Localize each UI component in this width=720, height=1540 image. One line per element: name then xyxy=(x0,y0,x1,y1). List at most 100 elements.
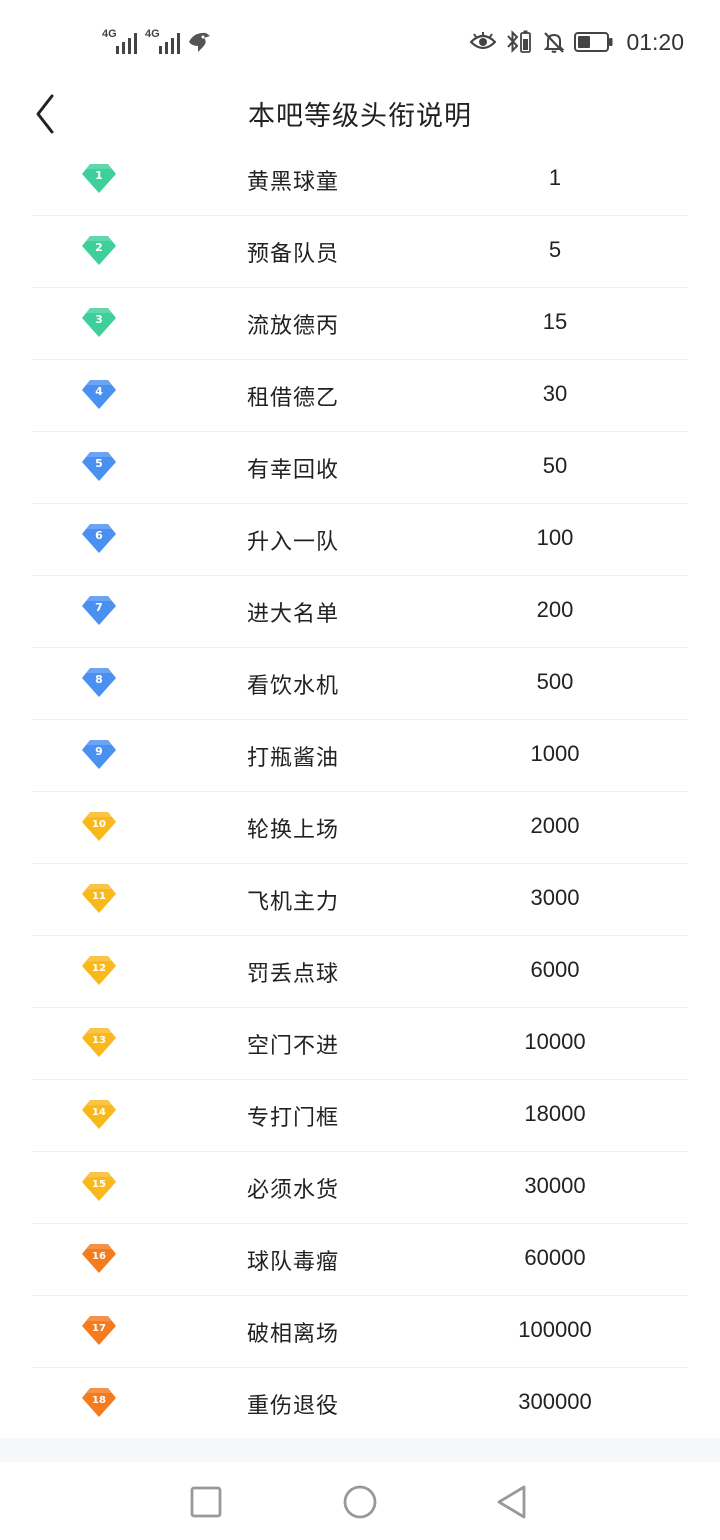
level-number: 4 xyxy=(95,385,103,398)
signal-bars-icon xyxy=(159,33,180,54)
level-title: 轮换上场 xyxy=(247,818,340,843)
list-footer-strip xyxy=(0,1438,720,1462)
level-title: 重伤退役 xyxy=(247,1394,340,1419)
level-row: 4 租借德乙 30 xyxy=(32,360,688,432)
level-number: 18 xyxy=(92,1395,106,1406)
eye-comfort-icon xyxy=(470,32,497,50)
level-points: 3000 xyxy=(530,885,580,910)
home-button[interactable] xyxy=(340,1482,380,1522)
level-title: 黄黑球童 xyxy=(247,170,340,195)
level-points: 1 xyxy=(548,165,562,190)
level-points: 500 xyxy=(536,669,574,694)
level-row: 15 必须水货 30000 xyxy=(32,1152,688,1224)
level-title: 预备队员 xyxy=(247,242,340,267)
level-title: 罚丢点球 xyxy=(247,962,340,987)
level-number: 12 xyxy=(92,963,106,974)
bluetooth-battery-icon xyxy=(507,30,532,53)
level-points: 1000 xyxy=(530,741,580,766)
level-row: 5 有幸回收 50 xyxy=(32,432,688,504)
level-number: 16 xyxy=(92,1251,106,1262)
level-points: 30000 xyxy=(524,1173,586,1198)
level-row: 18 重伤退役 300000 xyxy=(32,1368,688,1439)
level-gem-icon: 12 xyxy=(82,956,116,985)
level-row: 12 罚丢点球 6000 xyxy=(32,936,688,1008)
signal-bars-icon xyxy=(116,33,137,54)
level-points: 15 xyxy=(542,309,568,334)
level-gem-icon: 11 xyxy=(82,884,116,913)
level-number: 7 xyxy=(95,601,103,614)
level-title: 租借德乙 xyxy=(247,386,340,411)
level-title: 飞机主力 xyxy=(247,890,340,915)
level-number: 10 xyxy=(92,819,106,830)
level-number: 15 xyxy=(92,1179,106,1190)
level-row: 8 看饮水机 500 xyxy=(32,648,688,720)
level-points: 18000 xyxy=(524,1101,586,1126)
status-bar: 4G 4G 01:20 xyxy=(0,0,720,80)
level-title: 必须水货 xyxy=(247,1178,340,1203)
level-row: 14 专打门框 18000 xyxy=(32,1080,688,1152)
level-gem-icon: 3 xyxy=(82,308,116,337)
level-row: 17 破相离场 100000 xyxy=(32,1296,688,1368)
level-gem-icon: 4 xyxy=(82,380,116,409)
level-number: 1 xyxy=(95,169,103,182)
level-list: 1 黄黑球童 1 2 预备队员 5 3 流放德丙 15 4 租借德乙 30 5 有幸回收 50 6 升入一队 10… xyxy=(32,144,688,1439)
level-points: 100000 xyxy=(518,1317,592,1342)
level-number: 14 xyxy=(92,1107,106,1118)
level-title: 进大名单 xyxy=(247,602,340,627)
level-number: 3 xyxy=(95,313,103,326)
level-row: 13 空门不进 10000 xyxy=(32,1008,688,1080)
level-points: 200 xyxy=(536,597,574,622)
level-row: 7 进大名单 200 xyxy=(32,576,688,648)
level-gem-icon: 5 xyxy=(82,452,116,481)
level-points: 6000 xyxy=(530,957,580,982)
level-gem-icon: 13 xyxy=(82,1028,116,1057)
level-row: 16 球队毒瘤 60000 xyxy=(32,1224,688,1296)
page-header: 本吧等级头衔说明 xyxy=(0,80,720,146)
level-number: 17 xyxy=(92,1323,106,1334)
back-nav-button[interactable] xyxy=(492,1482,532,1522)
recent-apps-button[interactable] xyxy=(186,1482,226,1522)
level-row: 9 打瓶酱油 1000 xyxy=(32,720,688,792)
level-number: 8 xyxy=(95,673,103,686)
level-number: 6 xyxy=(95,529,103,542)
level-title: 破相离场 xyxy=(247,1322,340,1347)
level-row: 1 黄黑球童 1 xyxy=(32,144,688,216)
level-gem-icon: 6 xyxy=(82,524,116,553)
page-title: 本吧等级头衔说明 xyxy=(248,101,472,132)
level-title: 专打门框 xyxy=(247,1106,340,1131)
level-number: 5 xyxy=(95,457,103,470)
app-notification-icon xyxy=(189,32,210,52)
level-row: 10 轮换上场 2000 xyxy=(32,792,688,864)
level-title: 流放德丙 xyxy=(247,314,340,339)
battery-icon xyxy=(574,32,613,52)
level-row: 2 预备队员 5 xyxy=(32,216,688,288)
level-title: 有幸回收 xyxy=(247,458,340,483)
level-title: 升入一队 xyxy=(247,530,340,555)
level-gem-icon: 2 xyxy=(82,236,116,265)
level-points: 100 xyxy=(536,525,574,550)
level-points: 50 xyxy=(542,453,568,478)
level-gem-icon: 17 xyxy=(82,1316,116,1345)
level-number: 2 xyxy=(95,241,103,254)
level-gem-icon: 1 xyxy=(82,164,116,193)
level-points: 5 xyxy=(548,237,562,262)
system-navigation-bar xyxy=(0,1462,720,1540)
level-row: 11 飞机主力 3000 xyxy=(32,864,688,936)
level-row: 6 升入一队 100 xyxy=(32,504,688,576)
level-number: 9 xyxy=(95,745,103,758)
level-points: 30 xyxy=(542,381,568,406)
level-gem-icon: 7 xyxy=(82,596,116,625)
level-points: 60000 xyxy=(524,1245,586,1270)
level-gem-icon: 18 xyxy=(82,1388,116,1417)
level-points: 10000 xyxy=(524,1029,586,1054)
level-number: 13 xyxy=(92,1035,106,1046)
level-title: 球队毒瘤 xyxy=(247,1250,340,1275)
level-gem-icon: 8 xyxy=(82,668,116,697)
level-gem-icon: 9 xyxy=(82,740,116,769)
level-gem-icon: 15 xyxy=(82,1172,116,1201)
level-points: 300000 xyxy=(518,1389,592,1414)
level-gem-icon: 16 xyxy=(82,1244,116,1273)
level-title: 打瓶酱油 xyxy=(247,746,340,771)
level-gem-icon: 10 xyxy=(82,812,116,841)
level-title: 空门不进 xyxy=(247,1034,340,1059)
